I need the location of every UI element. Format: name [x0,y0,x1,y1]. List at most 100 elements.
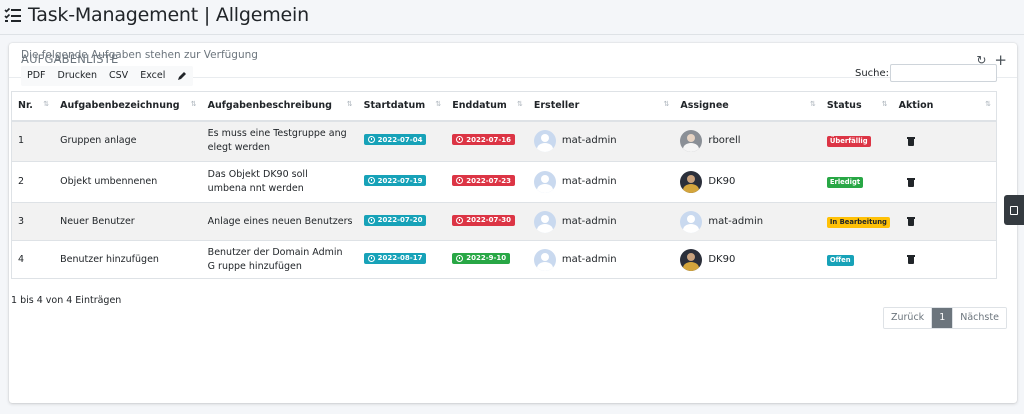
avatar [680,248,703,271]
export-button-group: PDF Drucken CSV Excel [21,66,194,86]
cell-action [892,161,997,203]
task-list-icon [4,7,21,22]
clipboard-icon [1010,205,1018,215]
next-page-button[interactable]: Nächste [953,308,1006,328]
column-header-name[interactable]: Aufgabenbezeichnung ⇅ [54,91,202,122]
trash-icon[interactable] [906,177,915,187]
cell-status: Überfällig [820,120,893,162]
sort-icon: ⇅ [190,100,197,108]
cell-creator: mat-admin [527,202,675,241]
cell-assignee: mat-admin [674,202,821,241]
edit-columns-button[interactable] [171,66,193,86]
cell-nr: 1 [11,120,55,162]
start-date-badge: 2022-08-17 [363,252,427,264]
page-title: Task-Management | Allgemein [28,4,309,26]
cell-end: 2022-07-30 [446,202,528,241]
table-row[interactable]: 3 Neuer Benutzer Anlage eines neuen Benu… [11,202,997,241]
cell-creator: mat-admin [527,240,675,279]
excel-button[interactable]: Excel [134,66,171,86]
avatar [680,210,703,233]
column-header-nr[interactable]: Nr. ⇅ [11,91,55,122]
info-text: Die folgende Aufgaben stehen zur Verfügu… [21,49,258,61]
avatar [533,130,556,153]
end-date-badge: 2022-07-16 [452,134,516,146]
trash-icon[interactable] [906,255,915,264]
print-button[interactable]: Drucken [52,66,104,86]
start-date-badge: 2022-07-20 [363,214,427,226]
status-badge: In Bearbeitung [826,216,890,228]
cell-description: Anlage eines neuen Benutzers [201,202,358,241]
column-header-action[interactable]: Aktion ⇅ [892,91,997,122]
status-badge: Erledigt [826,177,864,188]
clock-icon [367,177,375,184]
clock-icon [456,136,464,144]
clock-icon [456,177,464,184]
start-date-badge: 2022-07-04 [363,134,427,146]
trash-icon[interactable] [906,136,915,146]
sort-icon: ⇅ [809,100,816,108]
cell-name: Neuer Benutzer [54,202,202,241]
cell-action [892,202,997,241]
cell-action [892,240,997,279]
cell-name: Objekt umbennenen [54,161,202,203]
avatar [680,171,703,193]
status-badge: Überfällig [826,136,871,148]
cell-end: 2022-07-16 [446,120,528,162]
cell-creator: mat-admin [527,120,675,162]
table-row[interactable]: 2 Objekt umbennenen Das Objekt DK90 soll… [11,161,997,203]
clock-icon [456,254,464,262]
cell-status: Offen [820,240,893,279]
cell-start: 2022-07-20 [357,202,447,241]
avatar [533,248,556,271]
cell-assignee: rborell [674,120,821,162]
clock-icon [456,216,464,224]
search-input[interactable] [890,64,997,82]
sort-icon: ⇅ [881,100,888,108]
start-date-badge: 2022-07-19 [363,175,427,186]
sort-icon: ⇅ [663,100,669,108]
clock-icon [367,216,375,224]
column-header-creator[interactable]: Ersteller ⇅ [527,91,675,122]
clock-icon [367,136,375,144]
side-panel-toggle[interactable] [1004,195,1024,225]
title-divider [0,34,1024,35]
cell-nr: 3 [11,202,55,241]
prev-page-button[interactable]: Zurück [884,308,932,328]
table-info: 1 bis 4 von 4 Einträgen [11,295,122,306]
csv-button[interactable]: CSV [103,66,134,86]
avatar [680,130,703,153]
column-header-status[interactable]: Status ⇅ [820,91,893,122]
cell-name: Benutzer hinzufügen [54,240,202,279]
cell-start: 2022-07-19 [357,161,447,203]
cell-nr: 4 [11,240,55,279]
cell-name: Gruppen anlage [54,120,202,162]
cell-description: Benutzer der Domain Admin G ruppe hinzuf… [201,240,358,279]
page-header: Task-Management | Allgemein [4,4,309,26]
search-label: Suche: [855,68,890,79]
end-date-badge: 2022-9-10 [452,252,511,264]
column-header-description[interactable]: Aufgabenbeschreibung ⇅ [201,91,358,122]
avatar [533,210,556,233]
column-header-start[interactable]: Startdatum ⇅ [357,91,447,122]
cell-status: In Bearbeitung [820,202,893,241]
pagination: Zurück 1 Nächste [883,307,1007,329]
status-badge: Offen [826,254,854,266]
avatar [533,171,556,193]
end-date-badge: 2022-07-30 [452,214,516,226]
sort-icon: ⇅ [516,100,523,108]
task-table: Nr. ⇅ Aufgabenbezeichnung ⇅ Aufgabenbeschr… [11,91,997,279]
column-header-end[interactable]: Enddatum ⇅ [446,91,528,122]
pdf-button[interactable]: PDF [21,66,52,86]
cell-assignee: DK90 [674,161,821,203]
clock-icon [367,254,375,262]
trash-icon[interactable] [906,217,915,226]
table-row[interactable]: 4 Benutzer hinzufügen Benutzer der Domai… [11,240,997,279]
cell-start: 2022-07-04 [357,120,447,162]
pencil-icon [178,72,187,80]
cell-nr: 2 [11,161,55,203]
cell-start: 2022-08-17 [357,240,447,279]
column-header-assignee[interactable]: Assignee ⇅ [674,91,821,122]
page-button-1[interactable]: 1 [931,308,954,328]
cell-action [892,120,997,162]
table-row[interactable]: 1 Gruppen anlage Es muss eine Testgruppe… [11,120,997,162]
